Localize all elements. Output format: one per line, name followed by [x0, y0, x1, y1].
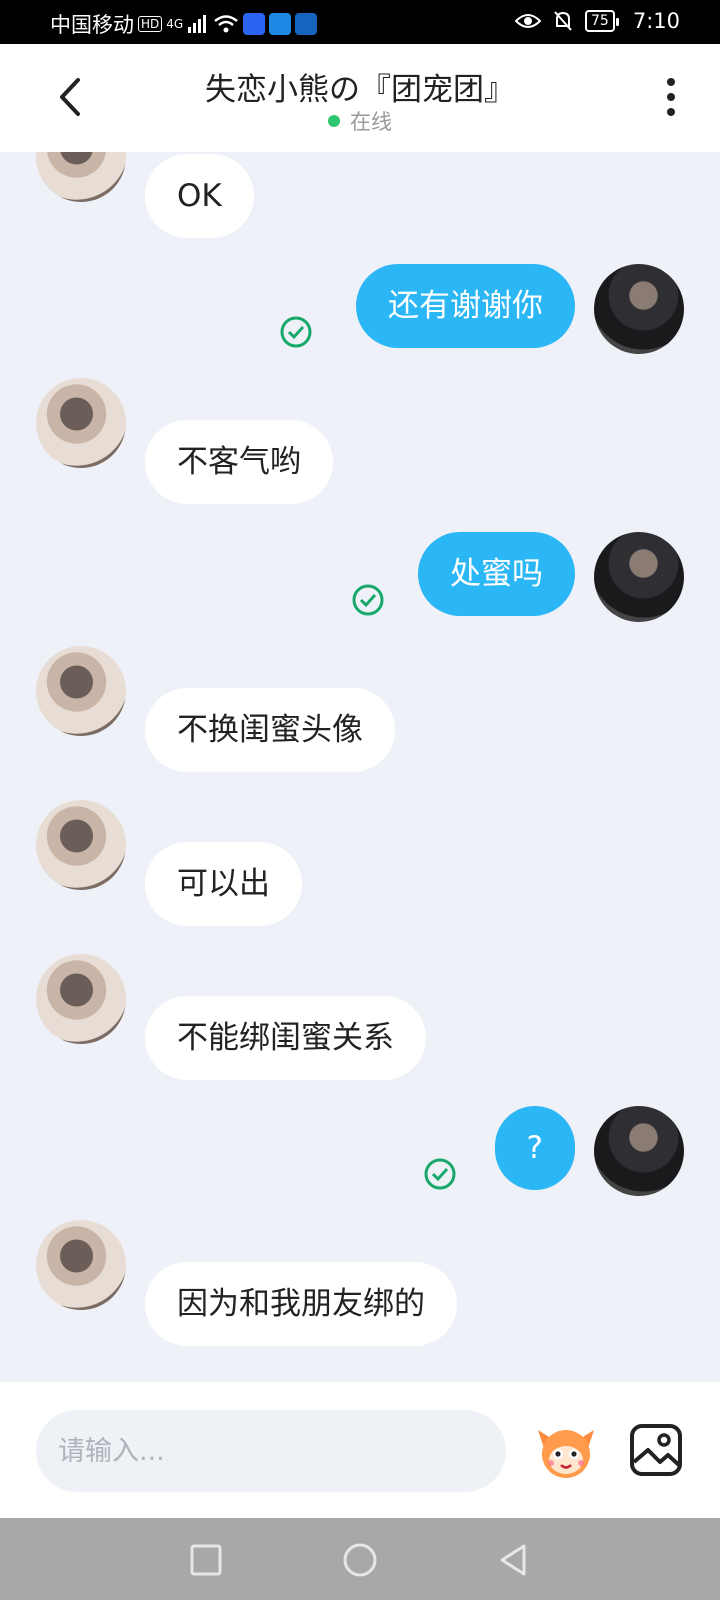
peer-avatar[interactable] — [36, 954, 126, 1044]
emoji-sticker-icon[interactable] — [534, 1418, 598, 1482]
message-bubble[interactable]: 不客气哟 — [145, 420, 333, 504]
message-bubble[interactable]: 因为和我朋友绑的 — [145, 1262, 457, 1346]
peer-avatar[interactable] — [36, 1220, 126, 1310]
read-check-icon — [280, 316, 312, 348]
status-bar: 中国移动 HD 4G 75 7:10 — [0, 0, 720, 44]
baidu-app-icon — [243, 13, 266, 35]
dot-icon — [667, 93, 675, 101]
clock: 7:10 — [632, 9, 680, 33]
chat-header: 失恋小熊の『团宠团』 在线 — [0, 44, 720, 152]
message-list[interactable]: OK 还有谢谢你 不客气哟 处蜜吗 不换闺蜜头像 可以出 不能绑闺蜜关系 ? 因… — [0, 152, 720, 1382]
battery-icon: 75 — [585, 10, 619, 32]
message-input[interactable] — [36, 1410, 506, 1492]
message-bubble[interactable]: 处蜜吗 — [418, 532, 575, 616]
recents-square-icon[interactable] — [186, 1540, 226, 1580]
more-menu-button[interactable] — [664, 78, 678, 120]
bell-off-icon — [554, 11, 572, 31]
chat-title: 失恋小熊の『团宠团』 — [205, 72, 515, 108]
message-bubble[interactable]: 不换闺蜜头像 — [145, 688, 395, 772]
presence-label: 在线 — [350, 110, 392, 134]
bulb-app-icon — [295, 13, 318, 35]
back-triangle-icon[interactable] — [494, 1540, 534, 1580]
read-check-icon — [424, 1158, 456, 1190]
self-avatar[interactable] — [594, 264, 684, 354]
peer-avatar[interactable] — [36, 378, 126, 468]
peer-avatar[interactable] — [36, 152, 126, 202]
message-bubble[interactable]: 可以出 — [145, 842, 302, 926]
network-label: 4G — [166, 17, 184, 31]
read-check-icon — [352, 584, 384, 616]
message-bubble[interactable]: 不能绑闺蜜关系 — [145, 996, 426, 1080]
message-bubble[interactable]: 还有谢谢你 — [356, 264, 575, 348]
dot-icon — [667, 108, 675, 116]
carrier-label: 中国移动 — [50, 13, 134, 37]
online-dot-icon — [328, 115, 340, 127]
wifi-icon — [214, 15, 238, 33]
image-picker-icon[interactable] — [628, 1422, 684, 1478]
signal-icon — [188, 15, 207, 33]
peer-avatar[interactable] — [36, 800, 126, 890]
composer-bar — [0, 1382, 720, 1518]
self-avatar[interactable] — [594, 1106, 684, 1196]
system-nav-bar — [0, 1518, 720, 1600]
peer-avatar[interactable] — [36, 646, 126, 736]
eye-icon — [515, 14, 541, 28]
dot-icon — [667, 78, 675, 86]
presence-status: 在线 — [0, 106, 720, 136]
hd-badge: HD — [138, 16, 163, 32]
home-circle-icon[interactable] — [340, 1540, 380, 1580]
self-avatar[interactable] — [594, 532, 684, 622]
message-bubble[interactable]: OK — [145, 154, 254, 238]
weather-app-icon — [269, 13, 292, 35]
message-bubble[interactable]: ? — [494, 1106, 575, 1190]
